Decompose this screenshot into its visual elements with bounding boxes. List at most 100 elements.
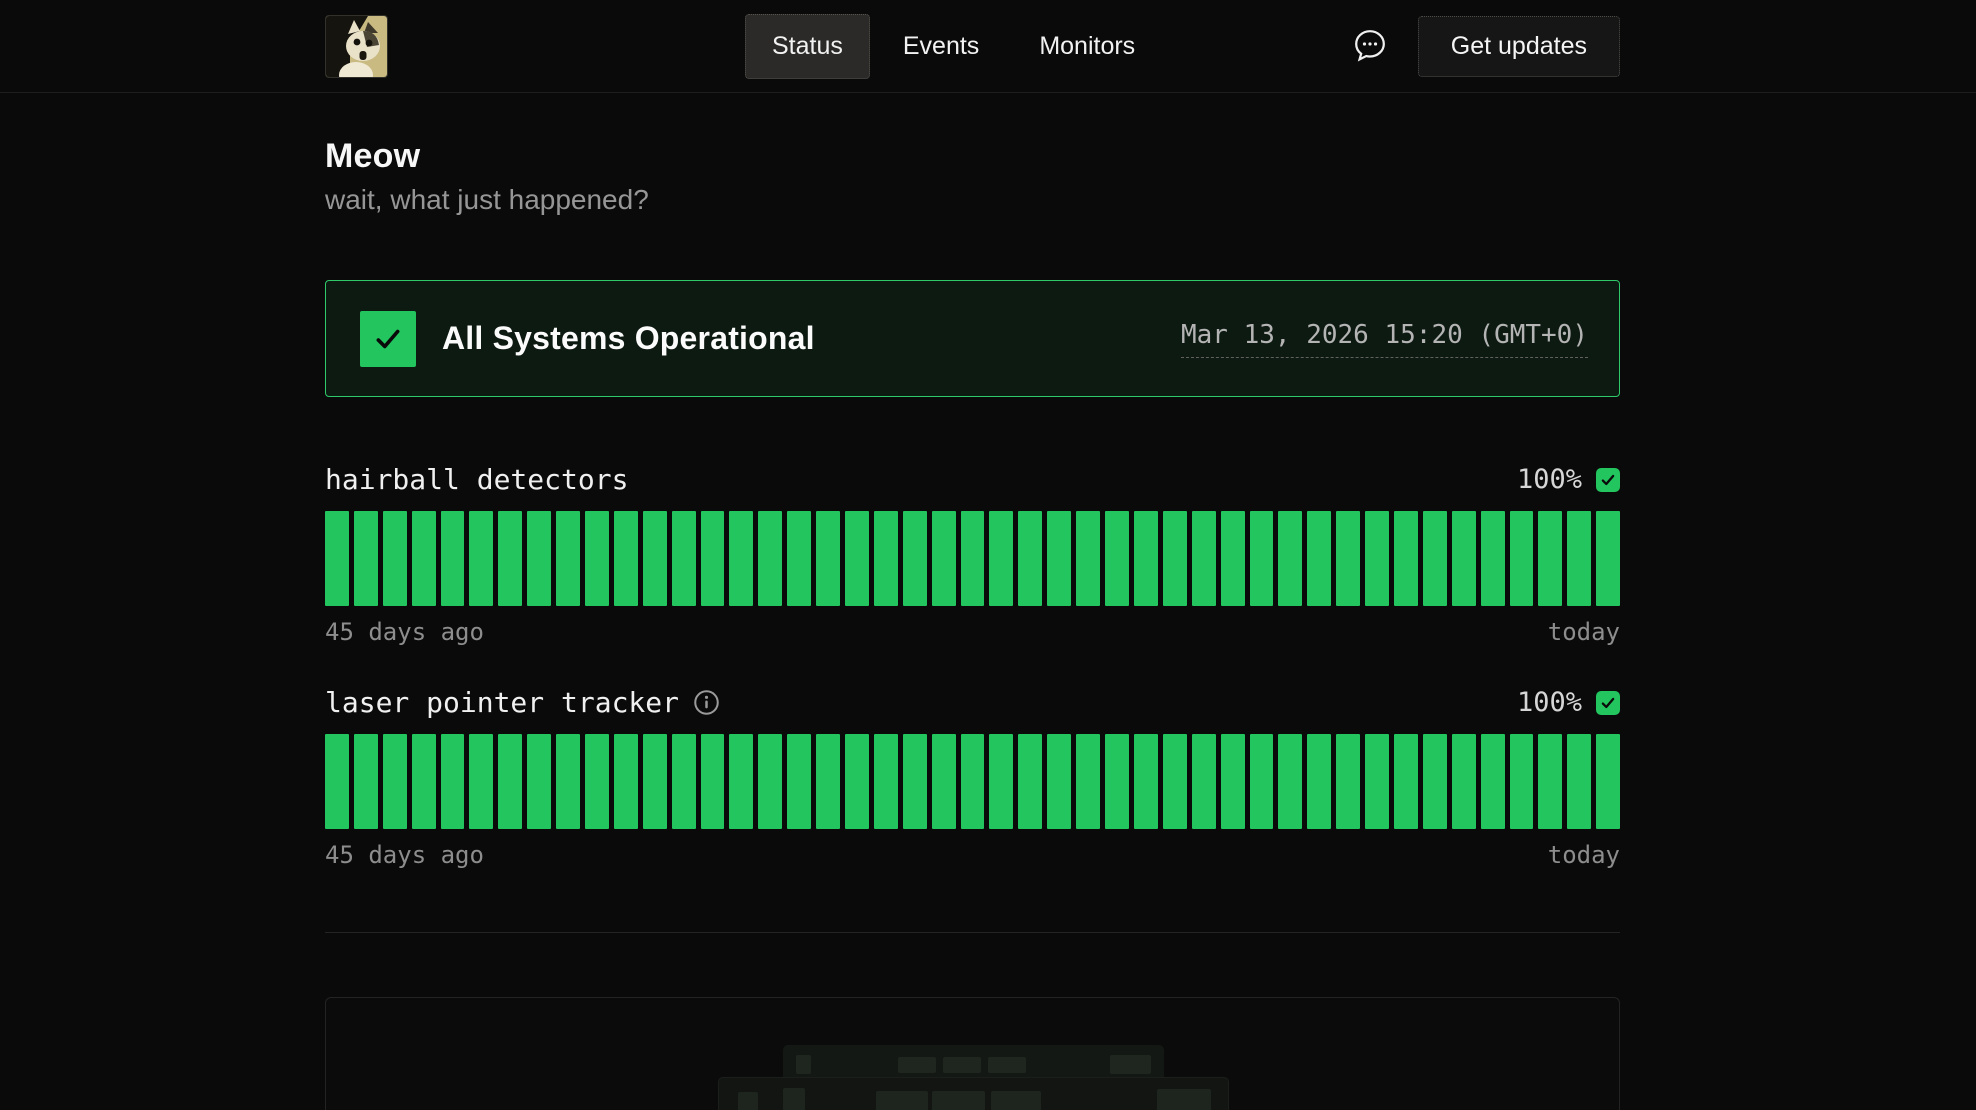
uptime-bar[interactable] xyxy=(383,511,407,606)
uptime-bar[interactable] xyxy=(527,734,551,829)
uptime-bar[interactable] xyxy=(1278,511,1302,606)
tab-status[interactable]: Status xyxy=(745,14,870,79)
uptime-bar[interactable] xyxy=(1018,734,1042,829)
uptime-bar[interactable] xyxy=(1047,734,1071,829)
uptime-bar[interactable] xyxy=(729,511,753,606)
uptime-bar[interactable] xyxy=(1452,734,1476,829)
uptime-bar[interactable] xyxy=(1192,511,1216,606)
uptime-bar[interactable] xyxy=(1567,511,1591,606)
tab-monitors[interactable]: Monitors xyxy=(1012,14,1162,79)
uptime-bar[interactable] xyxy=(354,511,378,606)
uptime-bar[interactable] xyxy=(1481,734,1505,829)
uptime-bar[interactable] xyxy=(1452,511,1476,606)
uptime-bar[interactable] xyxy=(469,511,493,606)
uptime-bar[interactable] xyxy=(874,511,898,606)
uptime-bar[interactable] xyxy=(816,734,840,829)
uptime-bar[interactable] xyxy=(585,734,609,829)
uptime-bar[interactable] xyxy=(1567,734,1591,829)
uptime-bar[interactable] xyxy=(1163,511,1187,606)
info-icon[interactable] xyxy=(693,689,720,716)
uptime-bar[interactable] xyxy=(672,511,696,606)
uptime-bar[interactable] xyxy=(989,734,1013,829)
uptime-bar[interactable] xyxy=(1134,511,1158,606)
uptime-bar[interactable] xyxy=(1047,511,1071,606)
uptime-bar[interactable] xyxy=(1510,511,1534,606)
uptime-bar[interactable] xyxy=(1105,734,1129,829)
uptime-bar[interactable] xyxy=(816,511,840,606)
uptime-bar[interactable] xyxy=(1307,511,1331,606)
uptime-bar[interactable] xyxy=(498,511,522,606)
uptime-bar[interactable] xyxy=(1394,511,1418,606)
uptime-bar[interactable] xyxy=(1481,511,1505,606)
uptime-bar[interactable] xyxy=(441,734,465,829)
uptime-bar[interactable] xyxy=(1365,511,1389,606)
uptime-bar[interactable] xyxy=(441,511,465,606)
uptime-bar[interactable] xyxy=(903,734,927,829)
uptime-bar[interactable] xyxy=(701,511,725,606)
uptime-bar[interactable] xyxy=(1018,511,1042,606)
uptime-bar[interactable] xyxy=(845,511,869,606)
uptime-bar[interactable] xyxy=(701,734,725,829)
uptime-bar[interactable] xyxy=(1221,511,1245,606)
uptime-bar[interactable] xyxy=(383,734,407,829)
uptime-bar[interactable] xyxy=(643,511,667,606)
uptime-bar[interactable] xyxy=(787,511,811,606)
uptime-bar[interactable] xyxy=(412,511,436,606)
uptime-bar[interactable] xyxy=(1596,734,1620,829)
uptime-bar[interactable] xyxy=(354,734,378,829)
uptime-bar[interactable] xyxy=(729,734,753,829)
uptime-bar[interactable] xyxy=(469,734,493,829)
uptime-bar[interactable] xyxy=(989,511,1013,606)
tab-events[interactable]: Events xyxy=(876,14,1006,79)
uptime-bar[interactable] xyxy=(614,511,638,606)
uptime-bar[interactable] xyxy=(556,734,580,829)
uptime-bar[interactable] xyxy=(585,511,609,606)
uptime-bar[interactable] xyxy=(672,734,696,829)
uptime-bar[interactable] xyxy=(1076,734,1100,829)
uptime-bar[interactable] xyxy=(498,734,522,829)
get-updates-button[interactable]: Get updates xyxy=(1418,16,1620,77)
uptime-bar[interactable] xyxy=(1221,734,1245,829)
uptime-bar[interactable] xyxy=(845,734,869,829)
uptime-bar[interactable] xyxy=(1134,734,1158,829)
uptime-bar[interactable] xyxy=(1307,734,1331,829)
status-banner: All Systems Operational Mar 13, 2026 15:… xyxy=(325,280,1620,397)
chat-button[interactable] xyxy=(1353,28,1387,65)
uptime-bar[interactable] xyxy=(1365,734,1389,829)
uptime-bar[interactable] xyxy=(325,734,349,829)
uptime-bar[interactable] xyxy=(1105,511,1129,606)
uptime-bar[interactable] xyxy=(1278,734,1302,829)
uptime-bar[interactable] xyxy=(932,511,956,606)
uptime-bar[interactable] xyxy=(1394,734,1418,829)
uptime-bar[interactable] xyxy=(1336,511,1360,606)
uptime-bar[interactable] xyxy=(1510,734,1534,829)
uptime-bar[interactable] xyxy=(961,734,985,829)
uptime-bar[interactable] xyxy=(643,734,667,829)
uptime-bar[interactable] xyxy=(556,511,580,606)
uptime-bar[interactable] xyxy=(1250,734,1274,829)
uptime-bar[interactable] xyxy=(614,734,638,829)
uptime-bar[interactable] xyxy=(1076,511,1100,606)
uptime-bar[interactable] xyxy=(961,511,985,606)
uptime-bar[interactable] xyxy=(1538,511,1562,606)
uptime-bar[interactable] xyxy=(1192,734,1216,829)
uptime-bar[interactable] xyxy=(1336,734,1360,829)
status-banner-title: All Systems Operational xyxy=(442,320,815,357)
uptime-bar[interactable] xyxy=(527,511,551,606)
uptime-bar[interactable] xyxy=(758,511,782,606)
uptime-bar[interactable] xyxy=(412,734,436,829)
uptime-bar[interactable] xyxy=(325,511,349,606)
uptime-bar[interactable] xyxy=(1250,511,1274,606)
uptime-bar[interactable] xyxy=(1163,734,1187,829)
uptime-bar[interactable] xyxy=(874,734,898,829)
uptime-bar[interactable] xyxy=(1538,734,1562,829)
uptime-bar[interactable] xyxy=(1596,511,1620,606)
site-logo[interactable] xyxy=(325,15,388,78)
uptime-bar[interactable] xyxy=(1423,734,1447,829)
uptime-bar[interactable] xyxy=(1423,511,1447,606)
uptime-bar[interactable] xyxy=(903,511,927,606)
status-banner-timestamp[interactable]: Mar 13, 2026 15:20 (GMT+0) xyxy=(1181,320,1588,358)
uptime-bar[interactable] xyxy=(758,734,782,829)
uptime-bar[interactable] xyxy=(787,734,811,829)
uptime-bar[interactable] xyxy=(932,734,956,829)
